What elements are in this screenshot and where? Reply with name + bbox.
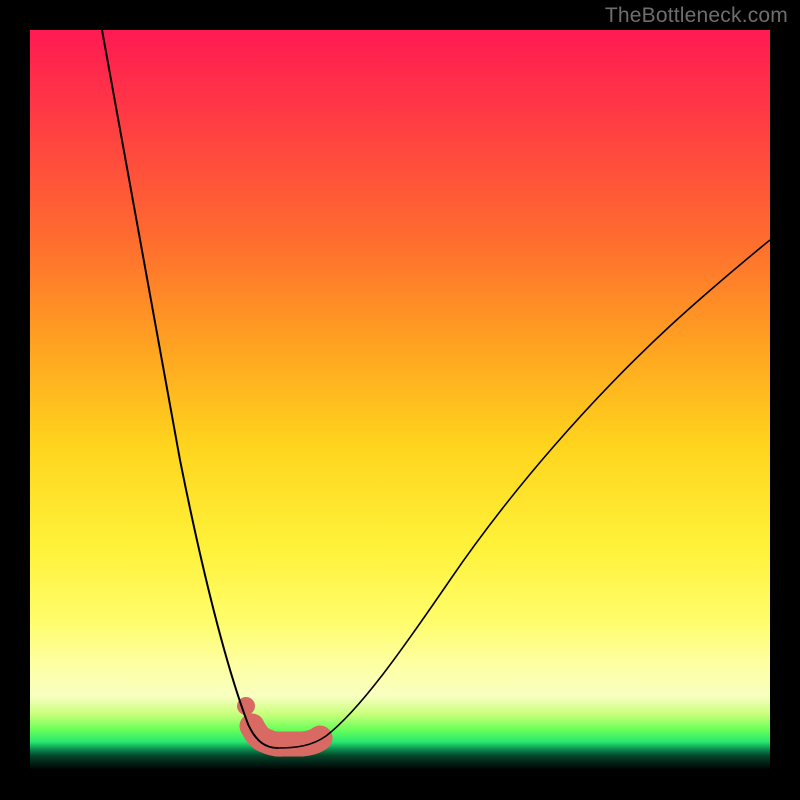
plot-area xyxy=(30,30,770,770)
valley-marker xyxy=(252,726,320,744)
curve-overlay xyxy=(30,30,770,770)
curve-right-branch xyxy=(278,240,770,748)
watermark-text: TheBottleneck.com xyxy=(605,4,788,28)
curve-left-branch xyxy=(102,30,278,748)
